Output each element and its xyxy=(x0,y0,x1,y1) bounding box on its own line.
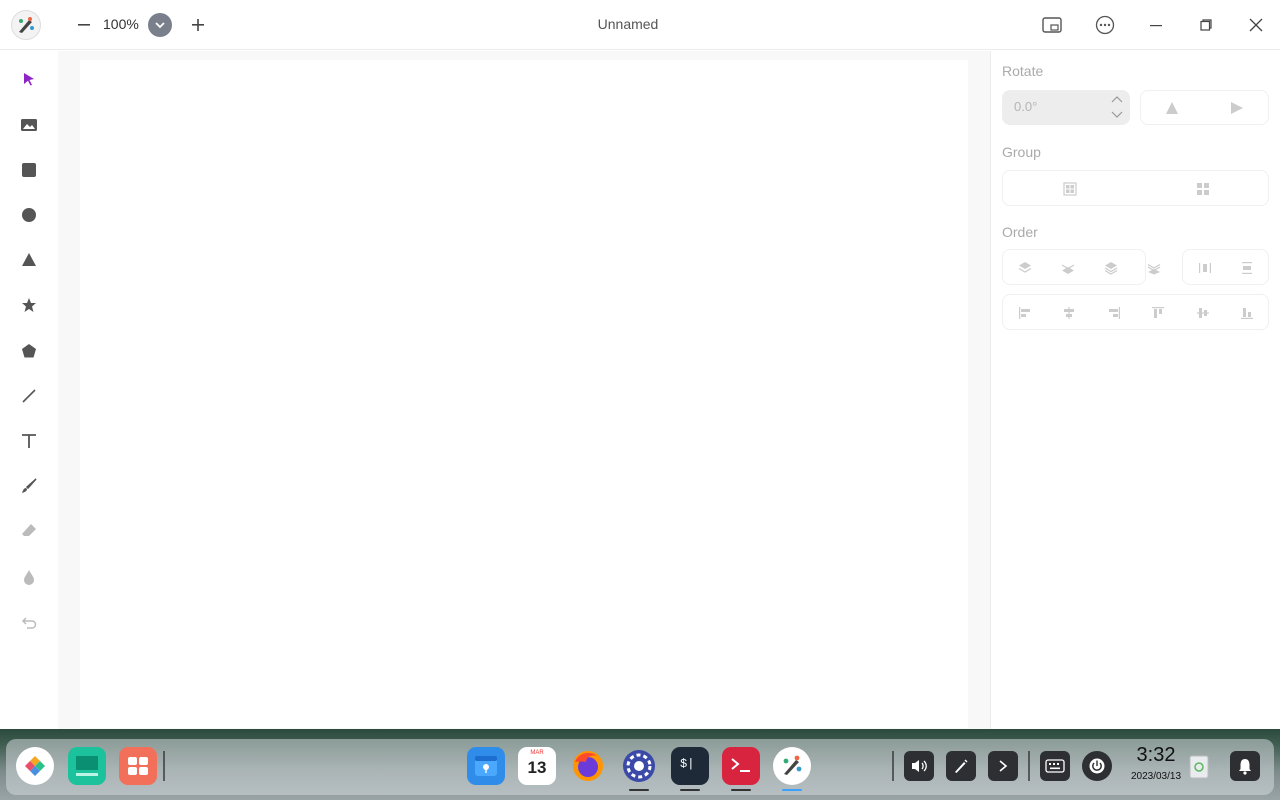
order-label: Order xyxy=(1002,224,1038,240)
image-icon[interactable] xyxy=(17,113,41,137)
bring-to-front-icon[interactable] xyxy=(1015,258,1035,278)
terminal-icon[interactable]: $| xyxy=(671,747,709,785)
flip-horizontal-icon[interactable] xyxy=(1227,98,1247,118)
deepin-terminal-icon[interactable] xyxy=(722,747,760,785)
distribute-vertical-icon[interactable] xyxy=(1237,258,1257,278)
control-center-icon[interactable] xyxy=(620,747,658,785)
rotate-label: Rotate xyxy=(1002,63,1044,79)
star-icon[interactable] xyxy=(17,293,41,317)
bring-forward-icon[interactable] xyxy=(1058,258,1078,278)
multitasking-icon[interactable] xyxy=(68,747,106,785)
firefox-icon[interactable] xyxy=(569,747,607,785)
undo-icon[interactable] xyxy=(17,610,41,634)
close-button[interactable] xyxy=(1243,12,1269,38)
align-right-icon[interactable] xyxy=(1104,303,1124,323)
dock-separator xyxy=(892,751,894,781)
power-icon[interactable] xyxy=(1082,751,1112,781)
zoom-out-button[interactable] xyxy=(72,12,96,38)
polygon-icon[interactable] xyxy=(17,339,41,363)
zoom-dropdown-button[interactable] xyxy=(148,13,172,37)
minimize-button[interactable] xyxy=(1143,12,1169,38)
volume-icon[interactable] xyxy=(904,751,934,781)
ellipse-icon[interactable] xyxy=(17,203,41,227)
send-backward-icon[interactable] xyxy=(1101,258,1121,278)
triangle-icon[interactable] xyxy=(17,248,41,272)
svg-text:$|: $| xyxy=(680,757,694,771)
align-top-icon[interactable] xyxy=(1148,303,1168,323)
rotate-value: 0.0° xyxy=(1014,99,1038,114)
launcher-icon[interactable] xyxy=(16,747,54,785)
rectangle-icon[interactable] xyxy=(17,158,41,182)
group-label: Group xyxy=(1002,144,1041,160)
properties-panel: Rotate 0.0° Group Order xyxy=(990,51,1280,729)
dock: MAR 13 $| 3:32 2023/03/13 xyxy=(6,739,1274,795)
dock-separator xyxy=(163,751,165,781)
align-left-icon[interactable] xyxy=(1015,303,1035,323)
spin-down-icon[interactable] xyxy=(1110,109,1124,121)
drawing-canvas[interactable] xyxy=(80,60,968,728)
select-icon[interactable] xyxy=(17,67,41,91)
zoom-level: 100% xyxy=(103,16,139,32)
line-icon[interactable] xyxy=(17,384,41,408)
running-indicator xyxy=(782,789,802,791)
notification-icon[interactable] xyxy=(1230,751,1260,781)
app-logo-icon xyxy=(11,10,41,40)
blur-icon[interactable] xyxy=(17,565,41,589)
more-options-button[interactable] xyxy=(1092,12,1118,38)
flip-vertical-icon[interactable] xyxy=(1162,98,1182,118)
brush-icon[interactable] xyxy=(17,474,41,498)
zoom-in-button[interactable] xyxy=(186,12,210,38)
app-store-icon[interactable] xyxy=(119,747,157,785)
align-buttons xyxy=(1002,294,1269,330)
clock-time[interactable]: 3:32 xyxy=(1126,744,1186,767)
clock-date: 2023/03/13 xyxy=(1130,771,1182,782)
text-icon[interactable] xyxy=(17,429,41,453)
file-manager-icon[interactable] xyxy=(467,747,505,785)
align-center-horizontal-icon[interactable] xyxy=(1059,303,1079,323)
calendar-day: 13 xyxy=(527,758,547,777)
eraser-icon[interactable] xyxy=(17,519,41,543)
rotate-input[interactable]: 0.0° xyxy=(1002,90,1130,125)
running-indicator xyxy=(731,789,751,791)
distribute-horizontal-icon[interactable] xyxy=(1195,258,1215,278)
calendar-icon[interactable]: MAR 13 xyxy=(518,747,556,785)
taskbar: MAR 13 $| 3:32 2023/03/13 xyxy=(0,729,1280,800)
running-indicator xyxy=(680,789,700,791)
trash-icon[interactable] xyxy=(1184,751,1214,781)
align-center-vertical-icon[interactable] xyxy=(1193,303,1213,323)
expand-tray-icon[interactable] xyxy=(988,751,1018,781)
dock-separator xyxy=(1028,751,1030,781)
window-mode-button[interactable] xyxy=(1039,12,1065,38)
keyboard-icon[interactable] xyxy=(1040,751,1070,781)
spin-up-icon[interactable] xyxy=(1110,93,1124,105)
layer-order-buttons xyxy=(1002,249,1161,285)
document-title: Unnamed xyxy=(597,16,659,32)
send-to-back-icon[interactable] xyxy=(1144,258,1164,278)
group-icon[interactable] xyxy=(1060,179,1080,199)
group-buttons xyxy=(1002,170,1269,206)
calendar-month: MAR xyxy=(530,750,544,756)
title-bar: 100% Unnamed xyxy=(0,0,1280,50)
distribute-buttons xyxy=(1182,249,1269,285)
draw-tray-icon[interactable] xyxy=(946,751,976,781)
flip-group xyxy=(1140,90,1269,125)
running-indicator xyxy=(629,789,649,791)
ungroup-icon[interactable] xyxy=(1193,179,1213,199)
draw-app-icon[interactable] xyxy=(773,747,811,785)
align-bottom-icon[interactable] xyxy=(1237,303,1257,323)
tool-sidebar xyxy=(0,51,58,729)
maximize-button[interactable] xyxy=(1193,12,1219,38)
